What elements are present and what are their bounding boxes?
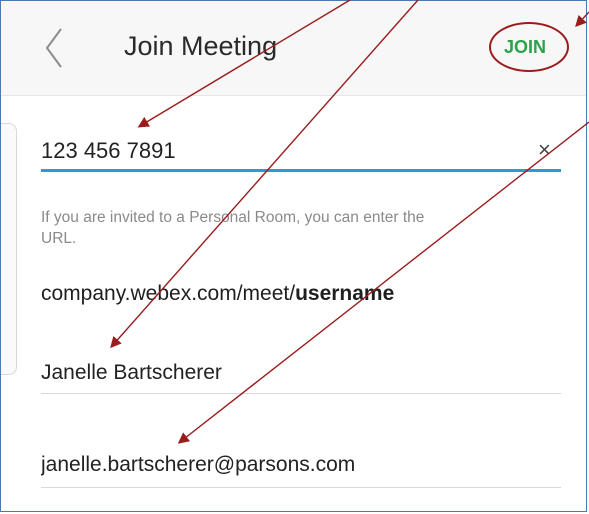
page-title: Join Meeting (124, 31, 278, 61)
url-username: username (295, 282, 395, 305)
email-field[interactable] (41, 453, 541, 477)
header-bar: Join Meeting JOIN (1, 1, 586, 96)
side-panel-tab (1, 123, 17, 375)
app-frame: Join Meeting JOIN × If you are invited t… (0, 0, 587, 512)
personal-room-hint: If you are invited to a Personal Room, y… (41, 209, 425, 247)
meeting-number-input[interactable] (41, 138, 521, 164)
url-prefix: company.webex.com/meet/ (41, 282, 296, 305)
email-field-underline (41, 487, 561, 488)
name-field-underline (41, 393, 561, 394)
back-button[interactable] (39, 23, 69, 73)
input-focus-underline (41, 169, 561, 172)
join-button[interactable]: JOIN (504, 37, 546, 58)
chevron-left-icon (45, 28, 62, 68)
name-field[interactable] (41, 361, 541, 385)
personal-room-url: company.webex.com/meet/username (41, 282, 394, 306)
clear-input-button[interactable]: × (538, 137, 551, 163)
